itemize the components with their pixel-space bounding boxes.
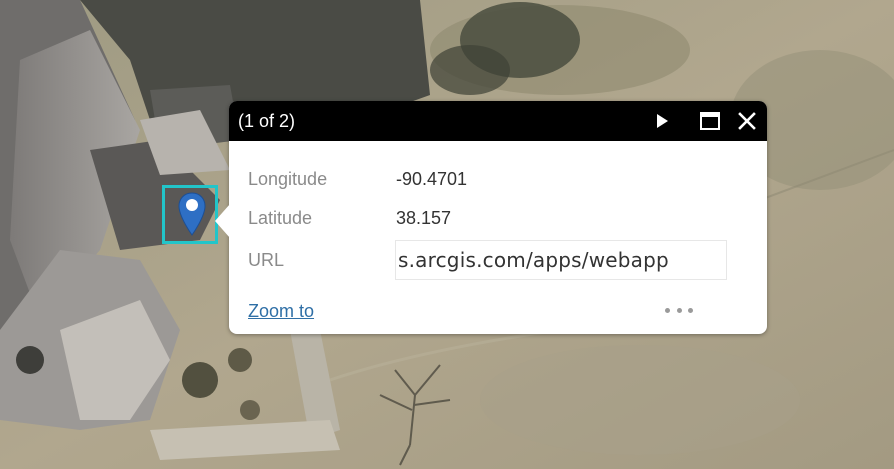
more-actions-button[interactable] [665, 303, 693, 317]
popup-header: (1 of 2) [229, 101, 767, 141]
maximize-button[interactable] [693, 101, 727, 141]
zoom-to-link[interactable]: Zoom to [248, 300, 314, 322]
ellipsis-icon [665, 307, 670, 313]
close-button[interactable] [731, 101, 763, 141]
popup-title: (1 of 2) [238, 111, 296, 131]
location-pin-icon[interactable] [177, 191, 207, 239]
field-value-latitude: 38.157 [396, 208, 452, 228]
field-label-url: URL [248, 250, 285, 270]
close-icon [738, 112, 756, 130]
next-feature-button[interactable] [647, 101, 677, 141]
play-next-icon [657, 114, 668, 128]
info-popup: (1 of 2) Longitude -90.4701 Latitude 38.… [215, 101, 767, 334]
maximize-icon [700, 112, 720, 130]
field-label-latitude: Latitude [248, 208, 313, 228]
field-value-longitude: -90.4701 [396, 169, 468, 189]
url-field[interactable]: s.arcgis.com/apps/webapp [395, 240, 727, 280]
popup-pointer [215, 204, 230, 238]
field-label-longitude: Longitude [248, 169, 328, 189]
